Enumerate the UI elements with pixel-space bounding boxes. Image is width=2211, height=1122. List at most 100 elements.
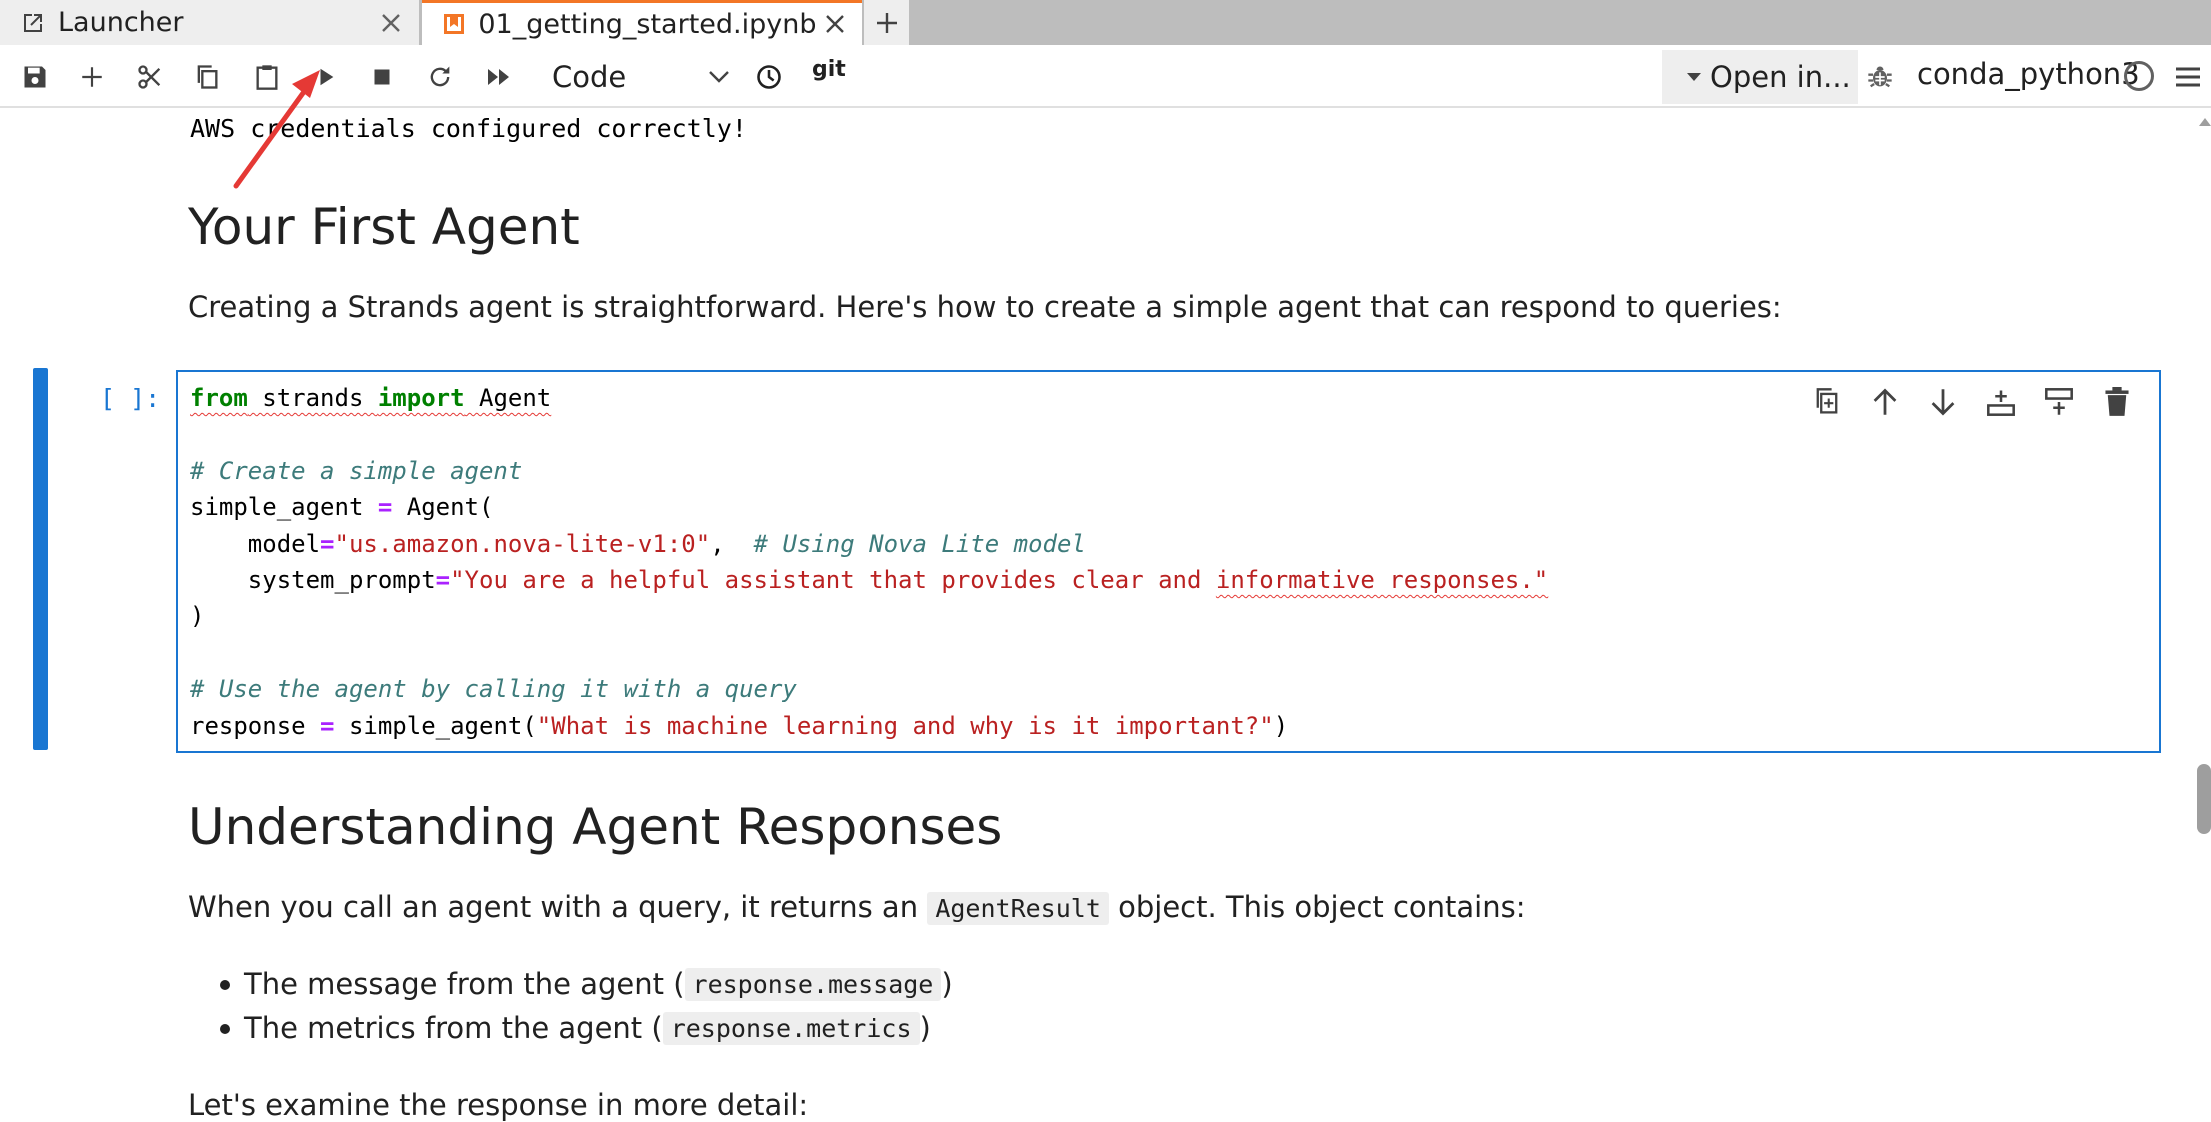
caret-down-icon [1687,73,1701,81]
tab-launcher[interactable]: Launcher [0,0,420,45]
hamburger-icon [2176,67,2200,87]
notebook-toolbar: Code git Open in... conda_python3 [0,45,2211,108]
clipboard-icon [256,65,278,90]
copy-icon [197,65,218,89]
code-token: system_prompt [190,566,436,595]
insert-cell-below-button[interactable] [2037,380,2081,424]
duplicate-icon [1816,388,1838,414]
paste-button[interactable] [245,55,289,99]
active-cell-indicator[interactable] [33,368,48,750]
code-string: "us.amazon.nova-lite-v1:0" [334,529,711,558]
fast-forward-icon [488,69,509,85]
scroll-up-arrow-icon[interactable] [2199,118,2211,126]
code-token: Agent( [392,493,494,522]
code-token: , [710,529,754,558]
cell-type-value: Code [552,60,627,94]
code-content[interactable]: from strands import Agent # Create a sim… [190,380,1548,744]
code-token: import [377,384,465,412]
stop-icon [374,69,390,85]
list-item-text: The metrics from the agent ( [244,1011,663,1045]
close-tab-launcher-icon[interactable] [371,3,411,43]
code-operator: = [320,711,335,740]
cut-button[interactable] [128,55,172,99]
code-string: informative responses." [1215,566,1549,595]
inline-code: response.message [684,967,942,1001]
duplicate-cell-button[interactable] [1805,380,1849,424]
vertical-scrollbar[interactable] [2195,110,2211,1122]
list-item-text: ) [919,1011,931,1045]
scrollbar-thumb[interactable] [2197,764,2211,834]
run-cell-button[interactable] [304,55,348,99]
list-item: The message from the agent (response.mes… [188,962,953,1006]
tab-bar: Launcher 01_getting_started.ipynb [0,0,2211,45]
copy-button[interactable] [185,55,229,99]
plus-icon [82,67,102,87]
code-operator: = [377,493,393,522]
scissors-icon [138,65,161,89]
paragraph-examine: Let's examine the response in more detai… [188,1088,809,1122]
list-item-text: ) [941,967,953,1001]
cell-type-select[interactable]: Code [540,53,730,101]
list-item: The metrics from the agent (response.met… [188,1006,953,1050]
code-token: ) [190,602,205,631]
inline-code: response.metrics [662,1011,920,1045]
close-tab-notebook-icon[interactable] [817,4,855,44]
tab-notebook[interactable]: 01_getting_started.ipynb [422,0,862,45]
tab-notebook-label: 01_getting_started.ipynb [478,8,817,40]
run-all-button[interactable] [477,55,521,99]
code-token: from [190,384,248,412]
insert-cell-button[interactable] [70,55,114,99]
restart-kernel-button[interactable] [418,55,462,99]
save-button[interactable] [13,55,57,99]
code-operator: = [320,529,335,558]
move-cell-down-button[interactable] [1921,380,1965,424]
chevron-down-icon [709,71,729,83]
code-token: ) [1273,711,1289,740]
code-cell-editor[interactable]: from strands import Agent # Create a sim… [176,370,2161,753]
notebook-panel[interactable]: AWS credentials configured correctly! Yo… [0,110,2195,1122]
plus-icon [876,12,897,33]
git-button[interactable]: git [812,57,846,82]
clock-icon [757,65,781,89]
open-in-label: Open in... [1710,60,1851,94]
paragraph-understanding: When you call an agent with a query, it … [188,890,1526,925]
bug-icon [1868,66,1892,88]
heading-your-first-agent: Your First Agent [188,198,580,256]
code-comment: # Create a simple agent [190,456,523,485]
kernel-status-indicator [2124,61,2154,91]
code-comment: # Using Nova Lite model [753,529,1086,558]
clock-button[interactable] [747,55,791,99]
kernel-name[interactable]: conda_python3 [1917,57,2140,91]
code-token: strands [247,384,378,412]
code-string: "What is machine learning and why is it … [536,711,1274,740]
insert-above-icon [1987,390,2015,416]
code-comment: # Use the agent by calling it with a que… [190,675,797,704]
code-token: simple_agent( [334,711,537,740]
code-token: response [190,711,321,740]
delete-cell-button[interactable] [2095,380,2139,424]
debugger-button[interactable] [1858,55,1902,99]
paragraph-text: When you call an agent with a query, it … [188,890,928,924]
arrow-up-icon [1873,388,1897,415]
code-token: simple_agent [190,493,378,522]
new-tab-button[interactable] [864,0,909,45]
insert-below-icon [2045,388,2073,415]
save-icon [24,66,46,88]
more-menu-button[interactable] [2166,55,2210,99]
cell-toolbar [1805,380,2139,424]
paragraph-text: object. This object contains: [1108,890,1526,924]
insert-cell-above-button[interactable] [1979,380,2023,424]
code-token: Agent [464,384,552,412]
play-icon [320,68,334,86]
code-token: model [190,529,321,558]
code-operator: = [435,566,451,595]
heading-understanding-agent-responses: Understanding Agent Responses [188,798,1003,856]
move-cell-up-button[interactable] [1863,380,1907,424]
inline-code-agentresult: AgentResult [927,892,1109,925]
arrow-down-icon [1931,389,1955,416]
list-item-text: The message from the agent ( [244,967,685,1001]
open-in-button[interactable]: Open in... [1662,50,1858,104]
interrupt-kernel-button[interactable] [360,55,404,99]
external-link-icon [20,10,46,36]
paragraph-first-agent: Creating a Strands agent is straightforw… [188,290,1782,324]
